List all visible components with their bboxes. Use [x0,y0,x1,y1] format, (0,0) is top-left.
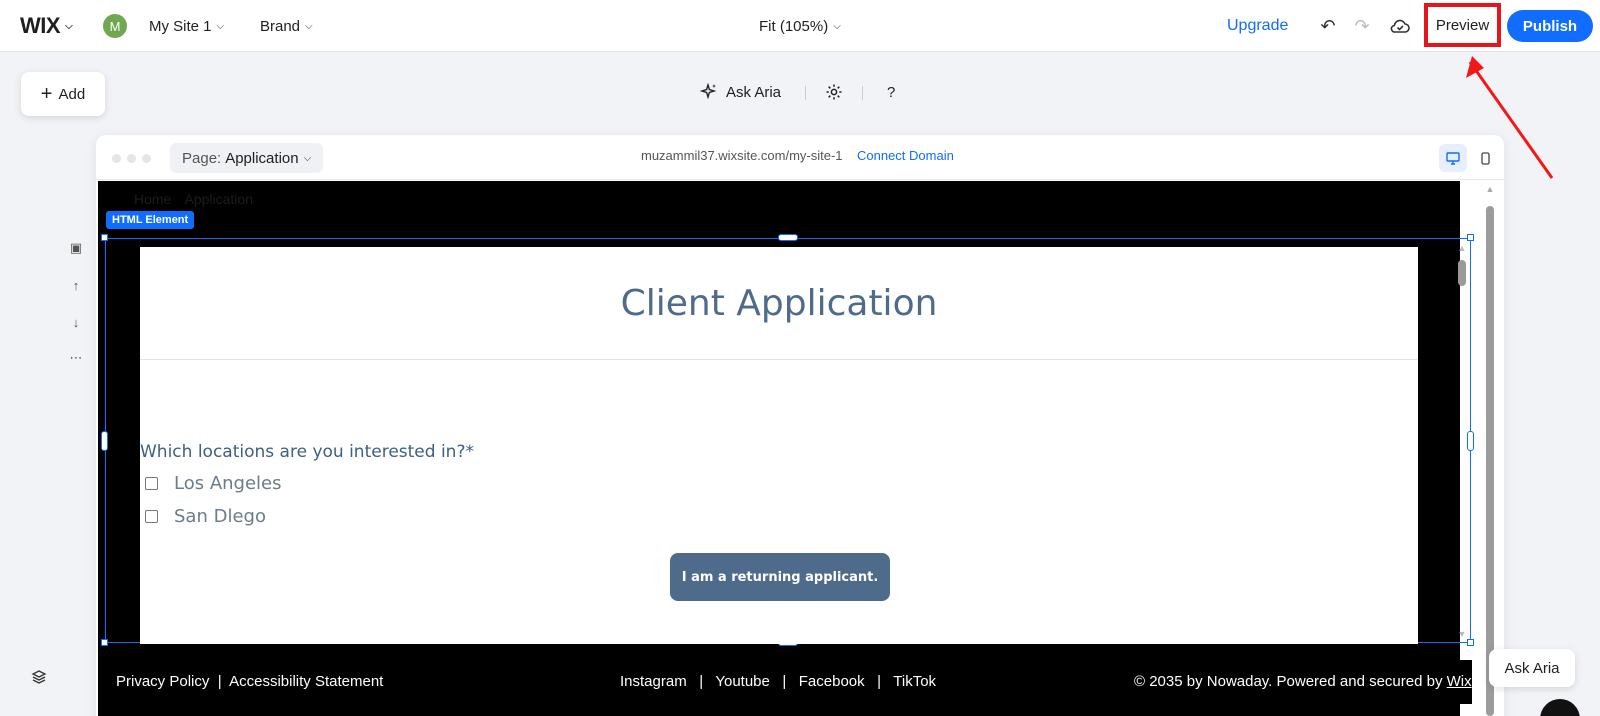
resize-handle[interactable] [778,234,798,241]
brand-label: Brand [260,17,301,35]
site-footer: Privacy Policy | Accessibility Statement… [98,660,1472,704]
scroll-thumb[interactable] [1486,206,1494,716]
preview-button[interactable]: Preview [1424,3,1501,47]
section-icon[interactable]: ▣ [68,240,84,256]
nav-item-application[interactable]: Application [184,191,253,207]
page-label: Page: [182,149,222,167]
scroll-up-icon[interactable]: ▲ [1484,184,1496,194]
returning-applicant-button[interactable]: I am a returning applicant. [670,553,890,601]
footer-social: Instagram | Youtube | Facebook | TikTok [620,673,936,690]
upgrade-link[interactable]: Upgrade [1227,0,1288,52]
chevron-down-icon: ⌵ [305,20,313,32]
toolbar-divider [805,86,806,100]
copyright-text: © 2035 by Nowaday. Powered and secured b… [1134,673,1443,690]
application-form: Client Application Which locations are y… [140,247,1418,644]
form-title: Client Application [620,283,938,324]
checkbox[interactable] [145,510,158,523]
move-up-icon[interactable]: ↑ [68,277,84,293]
move-down-icon[interactable]: ↓ [68,314,84,330]
publish-button[interactable]: Publish [1507,10,1593,42]
layers-icon[interactable] [30,668,48,686]
browser-bar: Page: Application ⌵ muzammil37.wixsite.c… [96,135,1504,180]
page-selector[interactable]: Page: Application ⌵ [170,143,324,173]
option-san-diego[interactable]: San Dlego [145,506,266,527]
sparkle-icon [700,83,717,100]
accessibility-link[interactable]: Accessibility Statement [229,673,383,690]
site-name: My Site 1 [149,17,212,35]
chevron-down-icon: ⌵ [65,20,73,32]
resize-handle[interactable] [1467,639,1474,646]
canvas-scrollbar[interactable]: ▲ [1484,184,1496,716]
resize-handle[interactable] [101,234,108,241]
mobile-view-icon[interactable] [1471,144,1499,172]
undo-icon[interactable]: ↶ [1316,14,1340,38]
cloud-save-icon[interactable] [1388,14,1412,38]
window-dots [112,154,151,163]
divider: | [213,673,230,690]
top-bar: WIX ⌵ M My Site 1 ⌵ Brand ⌵ Fit (105%) ⌵… [0,0,1600,52]
chevron-down-icon: ⌵ [303,152,312,164]
site-url: muzammil37.wixsite.com/my-site-1 [641,148,843,163]
add-button[interactable]: + Add [21,72,105,116]
scroll-down-icon[interactable]: ▼ [1456,629,1468,639]
divider: | [774,673,799,690]
chevron-down-icon: ⌵ [216,20,225,32]
divider: | [690,673,716,690]
more-icon[interactable]: ⋯ [68,350,84,366]
wix-logo-menu[interactable]: WIX ⌵ [20,0,73,52]
connect-domain-link[interactable]: Connect Domain [857,148,954,163]
nav-item-home[interactable]: Home [134,191,171,207]
resize-handle[interactable] [101,639,108,646]
aria-assistant-icon[interactable] [1540,699,1580,716]
brand-menu[interactable]: Brand ⌵ [260,0,313,52]
tiktok-link[interactable]: TikTok [893,673,936,690]
checkbox[interactable] [145,477,158,490]
embed-scrollbar[interactable]: ▲ ▼ [1456,243,1468,643]
resize-handle[interactable] [101,431,108,451]
help-button[interactable]: ? [887,78,895,106]
facebook-link[interactable]: Facebook [799,673,865,690]
wix-link[interactable]: Wix [1447,673,1472,690]
wix-logo: WIX [20,13,61,38]
html-element-tag[interactable]: HTML Element [106,211,195,229]
ask-aria-button[interactable]: Ask Aria [700,78,781,106]
page-name: Application [225,149,299,167]
scroll-thumb[interactable] [1458,260,1466,286]
ask-aria-label: Ask Aria [726,83,782,101]
instagram-link[interactable]: Instagram [620,673,687,690]
privacy-policy-link[interactable]: Privacy Policy [116,673,209,690]
footer-legal: Privacy Policy | Accessibility Statement [116,673,383,690]
redo-icon[interactable]: ↷ [1350,14,1374,38]
site-selector[interactable]: My Site 1 ⌵ [149,0,224,52]
youtube-link[interactable]: Youtube [715,673,770,690]
desktop-view-icon[interactable] [1439,144,1467,172]
option-label: San Dlego [174,506,266,527]
toolbar-divider [862,86,863,100]
avatar[interactable]: M [103,14,127,38]
option-label: Los Angeles [174,473,282,494]
divider: | [868,673,894,690]
locations-question: Which locations are you interested in?* [140,442,474,462]
resize-handle[interactable] [1467,234,1474,241]
scroll-up-icon[interactable]: ▲ [1456,243,1468,253]
add-label: Add [58,85,86,103]
chevron-down-icon: ⌵ [833,20,841,32]
resize-handle[interactable] [1467,431,1474,451]
plus-icon: + [40,83,53,105]
zoom-label: Fit (105%) [759,17,829,35]
option-los-angeles[interactable]: Los Angeles [145,473,282,494]
settings-icon[interactable] [825,78,843,106]
form-divider [140,359,1418,360]
footer-copyright: © 2035 by Nowaday. Powered and secured b… [1134,673,1472,690]
zoom-selector[interactable]: Fit (105%) ⌵ [759,0,841,52]
ask-aria-bubble[interactable]: Ask Aria [1489,649,1575,687]
site-nav: Home Application [134,191,263,207]
